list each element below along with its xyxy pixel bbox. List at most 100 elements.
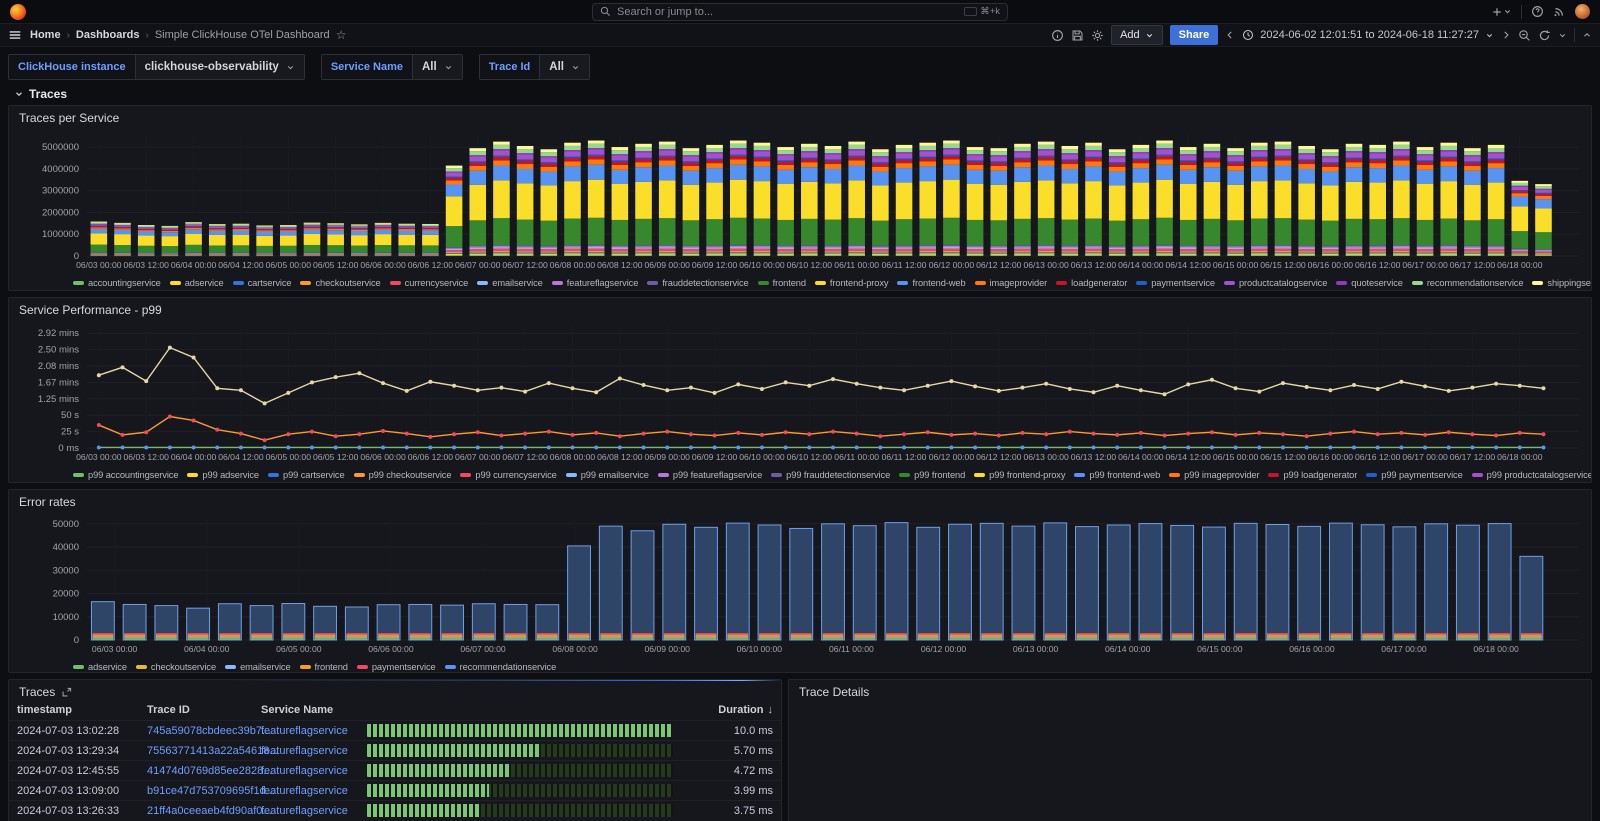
- legend-item[interactable]: p99 adservice: [187, 470, 259, 480]
- zoom-out-time-icon[interactable]: [1518, 29, 1531, 42]
- panel-title[interactable]: Traces: [9, 680, 781, 700]
- cell-trace-id-link[interactable]: 21ff4a0ceeaeb4fd90af0...: [147, 805, 261, 817]
- legend-item[interactable]: p99 loadgenerator: [1268, 470, 1357, 480]
- legend-item[interactable]: cartservice: [233, 278, 292, 288]
- variable-value-dropdown[interactable]: All: [540, 55, 589, 79]
- collapse-toolbar-icon[interactable]: [1582, 30, 1592, 40]
- favorite-star-icon[interactable]: ☆: [336, 28, 347, 42]
- legend-item[interactable]: frontend-web: [897, 278, 965, 288]
- legend-item[interactable]: emailservice: [477, 278, 542, 288]
- search-input[interactable]: Search or jump to... ⌘+k: [592, 3, 1008, 21]
- legend-item[interactable]: featureflagservice: [552, 278, 639, 288]
- refresh-interval-icon[interactable]: [1558, 31, 1567, 40]
- legend-item[interactable]: adservice: [73, 662, 127, 672]
- time-range-picker[interactable]: 2024-06-02 12:01:51 to 2024-06-18 11:27:…: [1242, 29, 1494, 41]
- legend-label: paymentservice: [372, 662, 436, 672]
- refresh-icon[interactable]: [1538, 29, 1551, 42]
- legend-item[interactable]: quoteservice: [1336, 278, 1403, 288]
- legend-item[interactable]: currencyservice: [390, 278, 469, 288]
- legend-item[interactable]: p99 frauddetectionservice: [771, 470, 890, 480]
- legend-item[interactable]: p99 checkoutservice: [354, 470, 452, 480]
- row-traces[interactable]: Traces: [8, 86, 1592, 105]
- legend-item[interactable]: imageprovider: [975, 278, 1048, 288]
- legend-item[interactable]: productcatalogservice: [1224, 278, 1327, 288]
- clock-icon: [1242, 29, 1254, 41]
- panel-title[interactable]: Traces per Service: [9, 106, 1591, 126]
- legend-item[interactable]: emailservice: [225, 662, 290, 672]
- legend-color-marker: [771, 473, 782, 477]
- cell-service-link[interactable]: featureflagservice: [261, 805, 367, 817]
- table-row[interactable]: 2024-07-03 13:09:00b91ce47d753709695f1d.…: [9, 780, 781, 800]
- legend-item[interactable]: p99 frontend-web: [1074, 470, 1160, 480]
- time-shift-forward-icon[interactable]: [1501, 30, 1511, 40]
- cell-trace-id-link[interactable]: 41474d0769d85ee2828...: [147, 765, 261, 777]
- panel-links-icon[interactable]: [61, 687, 72, 698]
- grafana-logo-icon[interactable]: [10, 4, 26, 20]
- legend-item[interactable]: p99 frontend: [899, 470, 965, 480]
- col-trace-id[interactable]: Trace ID: [147, 704, 261, 716]
- legend-item[interactable]: paymentservice: [357, 662, 436, 672]
- col-duration[interactable]: Duration↓: [699, 704, 773, 716]
- dashboard-settings-icon[interactable]: [1091, 29, 1104, 42]
- legend-item[interactable]: frontend: [300, 662, 348, 672]
- news-icon[interactable]: [1553, 5, 1566, 18]
- svg-text:06/05 00:00: 06/05 00:00: [276, 644, 322, 654]
- legend-label: p99 frontend-web: [1089, 470, 1160, 480]
- cell-trace-id-link[interactable]: b91ce47d753709695f1d...: [147, 785, 261, 797]
- legend-item[interactable]: recommendationservice: [1412, 278, 1524, 288]
- legend-item[interactable]: p99 imageprovider: [1169, 470, 1259, 480]
- divider: [1574, 28, 1575, 42]
- legend-item[interactable]: accountingservice: [73, 278, 161, 288]
- legend-item[interactable]: frauddetectionservice: [647, 278, 748, 288]
- variable-value-dropdown[interactable]: All: [413, 55, 462, 79]
- legend-item[interactable]: loadgenerator: [1056, 278, 1127, 288]
- help-icon[interactable]: [1531, 5, 1544, 18]
- legend-item[interactable]: p99 featureflagservice: [658, 470, 762, 480]
- breadcrumb-home[interactable]: Home: [30, 29, 61, 41]
- dashboard-insights-icon[interactable]: [1051, 29, 1064, 42]
- legend-item[interactable]: recommendationservice: [445, 662, 557, 672]
- time-shift-back-icon[interactable]: [1225, 30, 1235, 40]
- add-new-icon[interactable]: [1491, 6, 1512, 18]
- panel-title[interactable]: Error rates: [9, 490, 1591, 510]
- menu-icon[interactable]: [8, 28, 22, 42]
- cell-service-link[interactable]: featureflagservice: [261, 785, 367, 797]
- table-row[interactable]: 2024-07-03 13:26:3321ff4a0ceeaeb4fd90af0…: [9, 800, 781, 820]
- legend-item[interactable]: p99 paymentservice: [1366, 470, 1462, 480]
- legend-item[interactable]: p99 emailservice: [566, 470, 649, 480]
- panel-title[interactable]: Service Performance - p99: [9, 298, 1591, 318]
- cell-service-link[interactable]: featureflagservice: [261, 765, 367, 777]
- cell-service-link[interactable]: featureflagservice: [261, 725, 367, 737]
- save-dashboard-icon[interactable]: [1071, 29, 1084, 42]
- svg-text:06/10 12:00: 06/10 12:00: [787, 452, 833, 462]
- legend-item[interactable]: p99 accountingservice: [73, 470, 178, 480]
- legend-item[interactable]: p99 frontend-proxy: [974, 470, 1065, 480]
- legend-item[interactable]: p99 currencyservice: [460, 470, 556, 480]
- legend-item[interactable]: checkoutservice: [136, 662, 216, 672]
- legend-item[interactable]: frontend: [758, 278, 806, 288]
- legend-item[interactable]: p99 productcatalogservice: [1472, 470, 1591, 480]
- cell-trace-id-link[interactable]: 745a59078cbdeec39b7...: [147, 725, 261, 737]
- variable-value-dropdown[interactable]: clickhouse-observability: [136, 55, 304, 79]
- legend-item[interactable]: adservice: [170, 278, 224, 288]
- svg-text:06/17 00:00: 06/17 00:00: [1402, 452, 1448, 462]
- legend-item[interactable]: shippingservice: [1532, 278, 1591, 288]
- add-button[interactable]: Add: [1111, 25, 1163, 45]
- user-avatar[interactable]: [1575, 4, 1590, 19]
- legend-item[interactable]: frontend-proxy: [815, 278, 889, 288]
- table-header-row: timestamp Trace ID Service Name Duration…: [9, 700, 781, 720]
- breadcrumb-dashboards[interactable]: Dashboards: [76, 29, 140, 41]
- legend-item[interactable]: p99 cartservice: [268, 470, 345, 480]
- cell-trace-id-link[interactable]: 75563771413a22a54618...: [147, 745, 261, 757]
- table-row[interactable]: 2024-07-03 13:29:3475563771413a22a54618.…: [9, 740, 781, 760]
- legend-label: checkoutservice: [151, 662, 216, 672]
- table-row[interactable]: 2024-07-03 12:45:5541474d0769d85ee2828..…: [9, 760, 781, 780]
- legend-item[interactable]: checkoutservice: [300, 278, 380, 288]
- col-service-name[interactable]: Service Name: [261, 704, 367, 716]
- share-button[interactable]: Share: [1170, 25, 1219, 45]
- table-row[interactable]: 2024-07-03 13:02:28745a59078cbdeec39b7..…: [9, 720, 781, 740]
- panel-title[interactable]: Trace Details: [789, 680, 1591, 700]
- col-timestamp[interactable]: timestamp: [17, 704, 147, 716]
- cell-service-link[interactable]: featureflagservice: [261, 745, 367, 757]
- legend-item[interactable]: paymentservice: [1136, 278, 1215, 288]
